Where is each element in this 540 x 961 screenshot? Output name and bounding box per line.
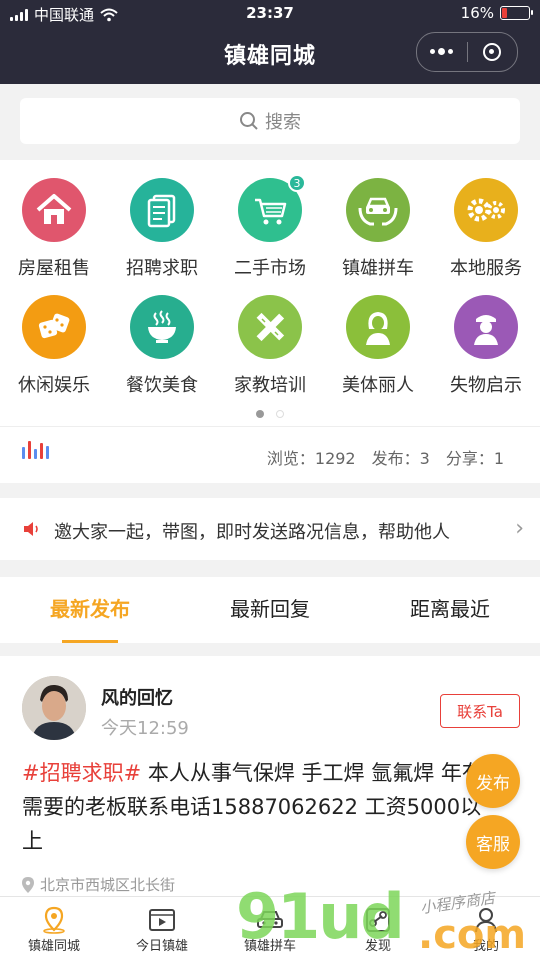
search-input[interactable]: 搜索 bbox=[20, 98, 520, 144]
pager-dot-active[interactable] bbox=[256, 410, 264, 418]
notice-text: 邀大家一起，带图，即时发送路况信息，帮助他人 bbox=[54, 522, 450, 543]
cart-icon bbox=[255, 198, 287, 225]
battery-percent: 16% bbox=[460, 4, 494, 22]
category-lost-found[interactable]: 失物启示 bbox=[432, 295, 540, 412]
stats-chart-icon bbox=[22, 441, 49, 459]
woman-icon bbox=[366, 312, 390, 345]
mini-program-capsule bbox=[416, 32, 518, 72]
location-pin-icon bbox=[43, 906, 65, 934]
customer-service-button[interactable]: 客服 bbox=[466, 815, 520, 869]
category-jobs[interactable]: 招聘求职 bbox=[108, 178, 216, 295]
category-leisure[interactable]: 休闲娱乐 bbox=[0, 295, 108, 412]
category-beauty[interactable]: 美体丽人 bbox=[324, 295, 432, 412]
car-hands-icon bbox=[358, 197, 398, 226]
target-icon bbox=[483, 43, 502, 61]
location-text: 北京市西城区北长街 bbox=[40, 876, 176, 894]
clock: 23:37 bbox=[246, 4, 294, 22]
ruler-pencil-icon bbox=[256, 312, 285, 342]
house-icon bbox=[36, 194, 72, 224]
nav-home[interactable]: 镇雄同城 bbox=[0, 897, 108, 961]
category-local-service[interactable]: 本地服务 bbox=[432, 178, 540, 295]
dice-icon bbox=[38, 313, 70, 339]
close-button[interactable] bbox=[468, 33, 518, 71]
pager-dot[interactable] bbox=[276, 410, 284, 418]
category-carpool[interactable]: 镇雄拼车 bbox=[324, 178, 432, 295]
views-count: 浏览：1292 bbox=[266, 449, 356, 468]
search-area: 搜索 bbox=[0, 84, 540, 158]
cart-badge: 3 bbox=[288, 174, 306, 192]
posts-count: 发布：3 bbox=[371, 449, 430, 468]
shares-count: 分享：1 bbox=[445, 449, 504, 468]
status-bar: 中国联通 23:37 16% bbox=[0, 0, 540, 28]
nav-today[interactable]: 今日镇雄 bbox=[108, 897, 216, 961]
search-icon bbox=[240, 112, 258, 130]
category-house[interactable]: 房屋租售 bbox=[0, 178, 108, 295]
post-location: 北京市西城区北长街 bbox=[22, 874, 175, 895]
stats-bar: 浏览：1292 发布：3 分享：1 bbox=[0, 426, 540, 483]
post-content: #招聘求职# 本人从事气保焊 手工焊 氩氟焊 年有需要的老板联系电话158870… bbox=[22, 756, 492, 858]
author-name[interactable]: 风的回忆 bbox=[101, 684, 173, 710]
avatar[interactable] bbox=[22, 676, 86, 740]
post-tag[interactable]: #招聘求职# bbox=[22, 761, 141, 785]
feed-tabs: 最新发布 最新回复 距离最近 bbox=[0, 577, 540, 643]
tab-nearest[interactable]: 距离最近 bbox=[360, 577, 540, 643]
post-card[interactable]: 风的回忆 今天12:59 联系Ta #招聘求职# 本人从事气保焊 手工焊 氩氟焊… bbox=[0, 656, 540, 896]
more-dots-icon bbox=[430, 48, 454, 55]
location-pin-icon bbox=[22, 876, 34, 893]
chevron-right-icon: › bbox=[515, 516, 524, 541]
battery-icon bbox=[500, 6, 533, 20]
watermark-logo: 91ud bbox=[236, 880, 405, 953]
speaker-icon bbox=[24, 522, 38, 536]
bowl-icon bbox=[148, 310, 176, 343]
category-food[interactable]: 餐饮美食 bbox=[108, 295, 216, 412]
tab-latest-reply[interactable]: 最新回复 bbox=[180, 577, 360, 643]
tab-latest[interactable]: 最新发布 bbox=[0, 577, 180, 643]
grid-pager bbox=[0, 410, 540, 418]
search-placeholder: 搜索 bbox=[265, 112, 301, 133]
watermark-domain: .com bbox=[418, 912, 527, 958]
video-play-icon bbox=[149, 909, 175, 931]
more-button[interactable] bbox=[417, 33, 467, 71]
post-time: 今天12:59 bbox=[101, 718, 189, 739]
publish-button[interactable]: 发布 bbox=[466, 754, 520, 808]
gears-icon bbox=[467, 198, 505, 222]
notice-bar[interactable]: 邀大家一起，带图，即时发送路况信息，帮助他人 › bbox=[0, 498, 540, 560]
top-bar: 中国联通 23:37 16% 镇雄同城 bbox=[0, 0, 540, 84]
contact-button[interactable]: 联系Ta bbox=[440, 694, 520, 728]
category-grid: 房屋租售 招聘求职 3 二手市场 镇雄拼车 本地服务 休闲娱乐 餐饮美食 家教培… bbox=[0, 160, 540, 426]
officer-icon bbox=[474, 315, 498, 345]
documents-icon bbox=[147, 194, 176, 228]
category-secondhand[interactable]: 3 二手市场 bbox=[216, 174, 324, 295]
category-tutoring[interactable]: 家教培训 bbox=[216, 295, 324, 412]
